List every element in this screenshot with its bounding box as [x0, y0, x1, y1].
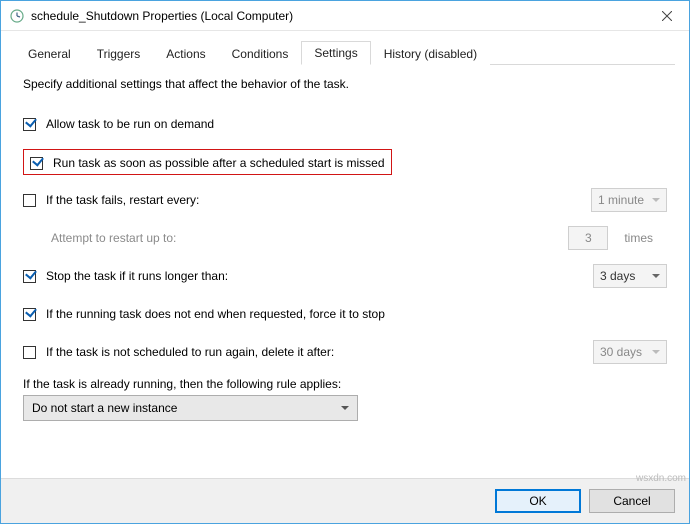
select-stop-duration[interactable]: 3 days: [593, 264, 667, 288]
select-restart-interval[interactable]: 1 minute: [591, 188, 667, 212]
select-delete-after[interactable]: 30 days: [593, 340, 667, 364]
chevron-down-icon: [652, 198, 660, 202]
chevron-down-icon: [652, 274, 660, 278]
checkbox-run-after-missed[interactable]: [30, 157, 43, 170]
label-on-demand: Allow task to be run on demand: [46, 117, 667, 131]
row-run-after-missed: Run task as soon as possible after a sch…: [23, 143, 667, 181]
label-restart-if-fails: If the task fails, restart every:: [46, 193, 581, 207]
row-stop-if-longer: Stop the task if it runs longer than: 3 …: [23, 257, 667, 295]
select-stop-duration-value: 3 days: [600, 269, 635, 283]
highlight-run-after-missed: Run task as soon as possible after a sch…: [23, 149, 392, 175]
client-area: General Triggers Actions Conditions Sett…: [1, 31, 689, 478]
settings-intro: Specify additional settings that affect …: [23, 77, 667, 91]
checkbox-stop-if-longer[interactable]: [23, 270, 36, 283]
ok-button[interactable]: OK: [495, 489, 581, 513]
cancel-button[interactable]: Cancel: [589, 489, 675, 513]
row-on-demand: Allow task to be run on demand: [23, 105, 667, 143]
properties-dialog: schedule_Shutdown Properties (Local Comp…: [0, 0, 690, 524]
titlebar: schedule_Shutdown Properties (Local Comp…: [1, 1, 689, 31]
tab-history[interactable]: History (disabled): [371, 42, 490, 65]
clock-icon: [9, 8, 25, 24]
window-title: schedule_Shutdown Properties (Local Comp…: [31, 9, 644, 23]
label-times-suffix: times: [624, 231, 653, 245]
tab-triggers[interactable]: Triggers: [84, 42, 154, 65]
tab-strip: General Triggers Actions Conditions Sett…: [15, 41, 675, 65]
tab-general[interactable]: General: [15, 42, 84, 65]
label-already-running: If the task is already running, then the…: [23, 377, 667, 391]
checkbox-restart-if-fails[interactable]: [23, 194, 36, 207]
row-restart-attempts: Attempt to restart up to: 3 times: [23, 219, 667, 257]
close-icon: [662, 11, 672, 21]
select-delete-after-value: 30 days: [600, 345, 642, 359]
checkbox-on-demand[interactable]: [23, 118, 36, 131]
row-force-stop: If the running task does not end when re…: [23, 295, 667, 333]
row-delete-after: If the task is not scheduled to run agai…: [23, 333, 667, 371]
label-stop-if-longer: Stop the task if it runs longer than:: [46, 269, 583, 283]
tab-actions[interactable]: Actions: [153, 42, 218, 65]
settings-panel: Specify additional settings that affect …: [15, 65, 675, 478]
combo-running-rule[interactable]: Do not start a new instance: [23, 395, 358, 421]
checkbox-delete-after[interactable]: [23, 346, 36, 359]
chevron-down-icon: [652, 350, 660, 354]
label-force-stop: If the running task does not end when re…: [46, 307, 667, 321]
tab-conditions[interactable]: Conditions: [219, 42, 302, 65]
select-restart-interval-value: 1 minute: [598, 193, 644, 207]
row-restart-if-fails: If the task fails, restart every: 1 minu…: [23, 181, 667, 219]
label-restart-attempts: Attempt to restart up to:: [51, 231, 176, 245]
tab-settings[interactable]: Settings: [301, 41, 370, 65]
close-button[interactable]: [644, 1, 689, 31]
dialog-footer: OK Cancel: [1, 478, 689, 523]
label-delete-after: If the task is not scheduled to run agai…: [46, 345, 583, 359]
checkbox-force-stop[interactable]: [23, 308, 36, 321]
label-run-after-missed: Run task as soon as possible after a sch…: [53, 156, 385, 170]
combo-running-rule-value: Do not start a new instance: [32, 401, 177, 415]
spin-restart-attempts[interactable]: 3: [568, 226, 608, 250]
chevron-down-icon: [341, 406, 349, 410]
